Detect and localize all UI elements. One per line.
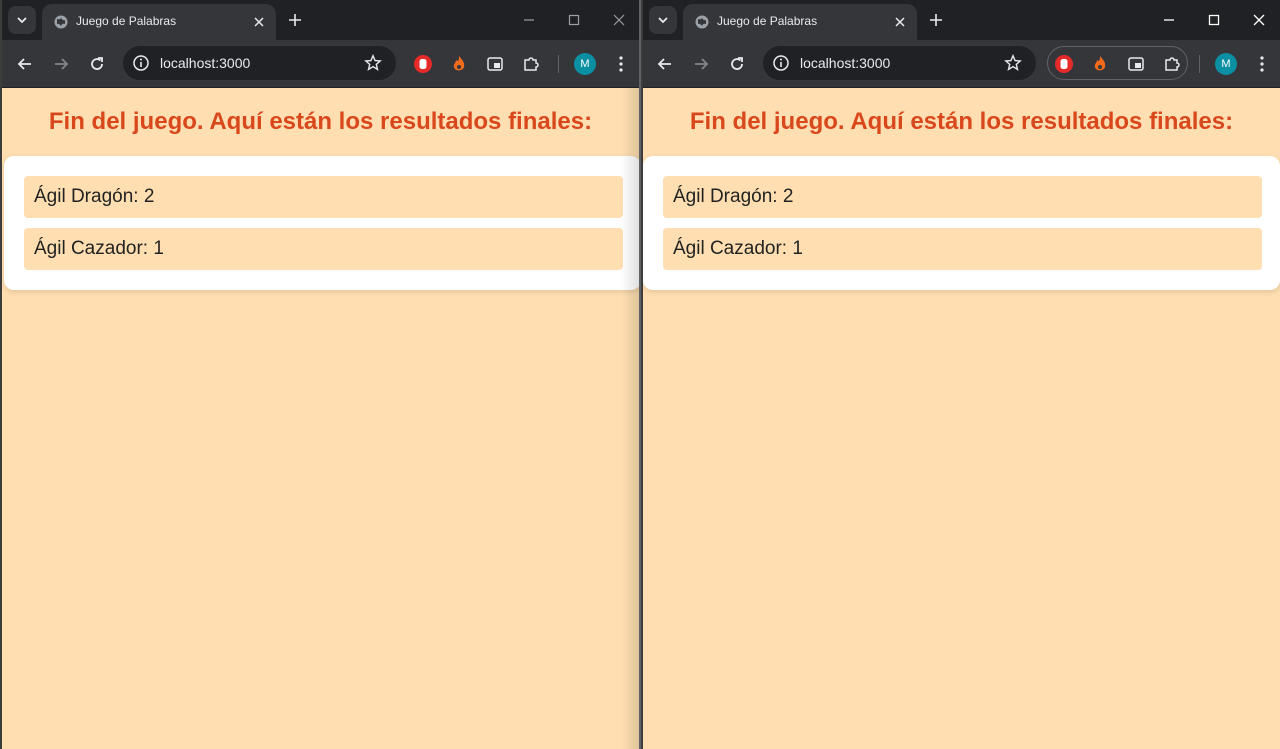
star-icon[interactable] — [364, 54, 382, 72]
window-close-button[interactable] — [596, 0, 639, 40]
tab-title: Juego de Palabras — [76, 14, 177, 28]
tab-search-button[interactable] — [649, 6, 677, 34]
star-icon[interactable] — [1004, 54, 1022, 72]
toolbar-divider — [1199, 55, 1200, 73]
minimize-button[interactable] — [506, 0, 552, 40]
page-title: Fin del juego. Aquí están los resultados… — [689, 108, 1234, 135]
window-close-button[interactable] — [1236, 0, 1280, 40]
forward-button[interactable] — [689, 52, 713, 76]
url-text: localhost:3000 — [160, 55, 251, 71]
profile-avatar[interactable]: M — [1215, 53, 1237, 75]
results-card: Ágil Dragón: 2 Ágil Cazador: 1 — [4, 156, 639, 290]
extensions-button[interactable] — [521, 54, 541, 74]
globe-icon — [54, 15, 68, 29]
new-tab-button[interactable] — [285, 10, 305, 30]
tab-title: Juego de Palabras — [717, 14, 818, 28]
extension-window-button[interactable] — [1126, 54, 1146, 74]
extension-fire-button[interactable] — [449, 54, 469, 74]
more-vertical-icon — [1260, 56, 1264, 72]
window-icon — [487, 57, 503, 71]
close-icon — [895, 17, 905, 27]
fire-icon — [453, 56, 465, 71]
browser-menu-button[interactable] — [609, 52, 633, 76]
result-item: Ágil Cazador: 1 — [24, 228, 623, 270]
reload-icon — [91, 57, 103, 70]
tab-active[interactable]: Juego de Palabras — [683, 4, 917, 40]
tab-active[interactable]: Juego de Palabras — [42, 4, 276, 40]
arrow-left-icon — [17, 58, 31, 70]
page-content: Fin del juego. Aquí están los resultados… — [643, 88, 1280, 749]
result-item: Ágil Dragón: 2 — [663, 176, 1262, 218]
info-icon[interactable] — [132, 54, 150, 72]
arrow-left-icon — [657, 58, 671, 70]
close-icon — [1253, 14, 1265, 26]
arrow-right-icon — [55, 58, 69, 70]
plus-icon — [930, 14, 942, 26]
stop-hand-icon — [414, 55, 432, 73]
new-tab-button[interactable] — [926, 10, 946, 30]
result-item: Ágil Dragón: 2 — [24, 176, 623, 218]
fire-icon — [1094, 56, 1106, 71]
tab-search-button[interactable] — [8, 6, 36, 34]
maximize-button[interactable] — [551, 0, 597, 40]
browser-menu-button[interactable] — [1250, 52, 1274, 76]
maximize-button[interactable] — [1191, 0, 1237, 40]
close-icon — [254, 17, 264, 27]
extension-window-button[interactable] — [485, 54, 505, 74]
extension-stop-button[interactable] — [413, 54, 433, 74]
back-button[interactable] — [653, 52, 677, 76]
puzzle-icon — [1165, 57, 1180, 71]
arrow-right-icon — [695, 58, 709, 70]
browser-window-left: Juego de Palabras localhost:3000 M Fin d… — [0, 0, 639, 749]
browser-window-right: Juego de Palabras localhost:3000 M Fin d… — [641, 0, 1280, 749]
stop-hand-icon — [1055, 55, 1073, 73]
maximize-icon — [1208, 14, 1220, 26]
minimize-icon — [524, 19, 534, 21]
result-item: Ágil Cazador: 1 — [663, 228, 1262, 270]
results-card: Ágil Dragón: 2 Ágil Cazador: 1 — [643, 156, 1280, 290]
maximize-icon — [568, 14, 580, 26]
back-button[interactable] — [13, 52, 37, 76]
browser-toolbar: localhost:3000 M — [2, 40, 639, 88]
chevron-down-icon — [17, 17, 27, 24]
reload-icon — [731, 57, 743, 70]
forward-button[interactable] — [49, 52, 73, 76]
toolbar-divider — [558, 55, 559, 73]
reload-button[interactable] — [725, 52, 749, 76]
extension-stop-button[interactable] — [1054, 54, 1074, 74]
window-icon — [1128, 57, 1144, 71]
page-content: Fin del juego. Aquí están los resultados… — [2, 88, 639, 749]
tab-bar: Juego de Palabras — [643, 0, 1280, 40]
chevron-down-icon — [658, 17, 668, 24]
address-bar[interactable]: localhost:3000 — [123, 46, 396, 80]
reload-button[interactable] — [85, 52, 109, 76]
extension-fire-button[interactable] — [1090, 54, 1110, 74]
tab-bar: Juego de Palabras — [2, 0, 639, 40]
tab-close-button[interactable] — [250, 13, 268, 31]
extensions-button[interactable] — [1162, 54, 1182, 74]
plus-icon — [289, 14, 301, 26]
page-title: Fin del juego. Aquí están los resultados… — [48, 108, 593, 135]
tab-close-button[interactable] — [891, 13, 909, 31]
url-text: localhost:3000 — [800, 55, 891, 71]
profile-avatar[interactable]: M — [574, 53, 596, 75]
info-icon[interactable] — [772, 54, 790, 72]
close-icon — [613, 14, 625, 26]
puzzle-icon — [524, 57, 539, 71]
minimize-button[interactable] — [1146, 0, 1192, 40]
more-vertical-icon — [619, 56, 623, 72]
browser-toolbar: localhost:3000 M — [643, 40, 1280, 88]
minimize-icon — [1164, 19, 1174, 21]
address-bar[interactable]: localhost:3000 — [763, 46, 1036, 80]
globe-icon — [695, 15, 709, 29]
